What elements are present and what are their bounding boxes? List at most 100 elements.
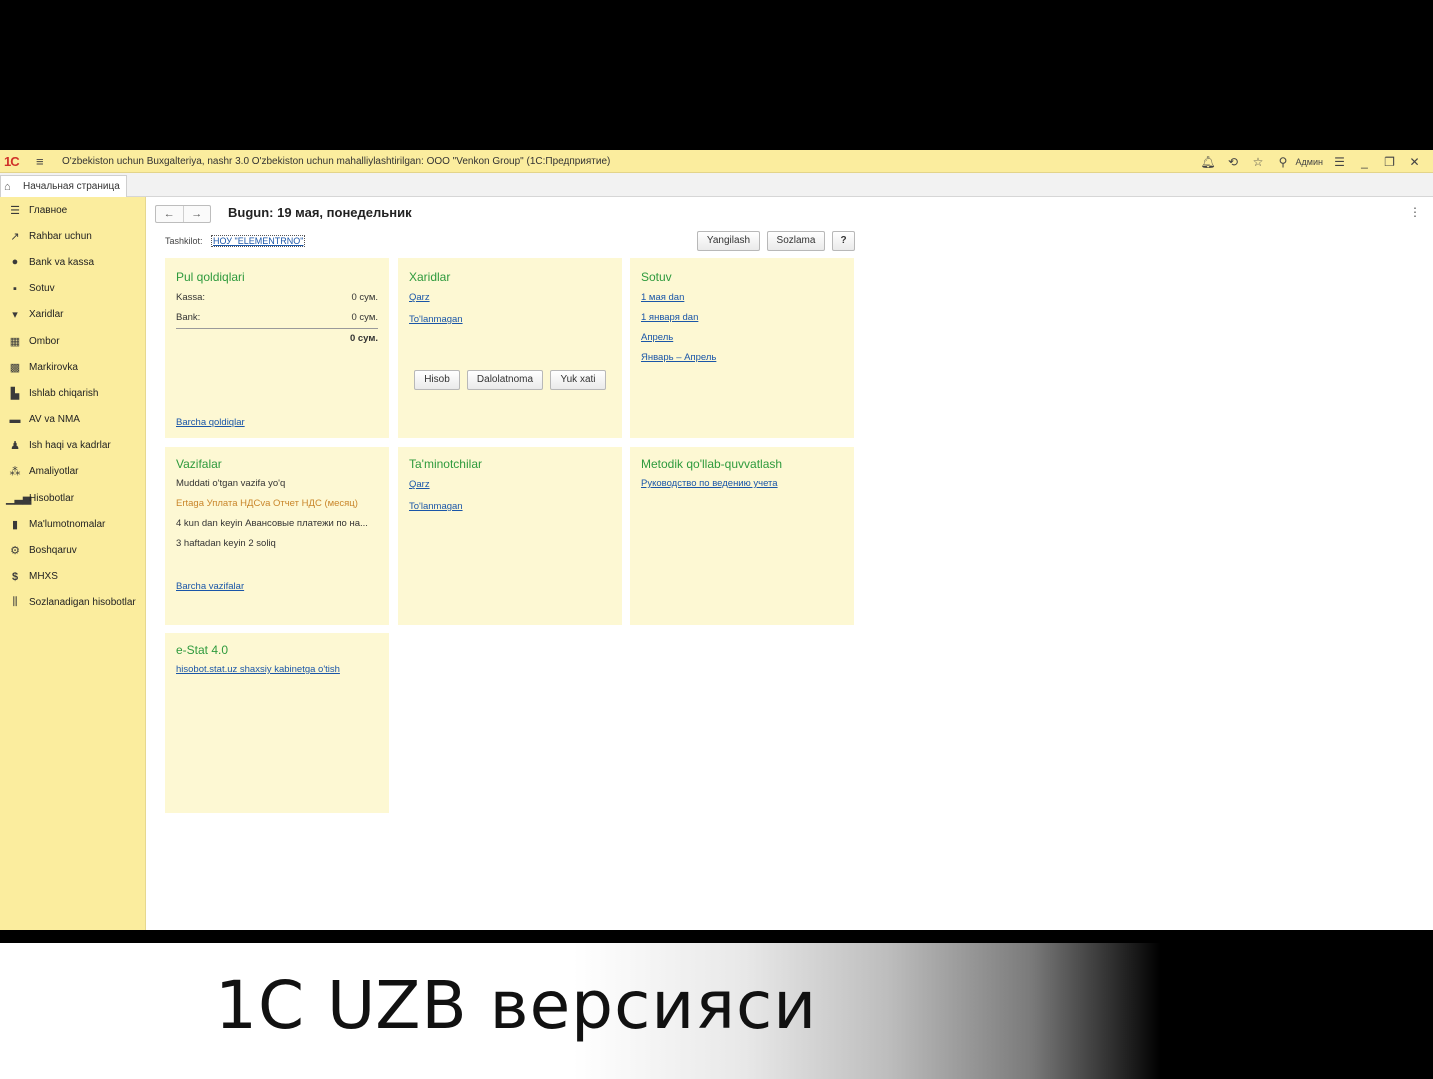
panel-title: Metodik qo'llab-quvvatlash <box>641 457 783 471</box>
user-name[interactable]: Админ <box>1296 157 1323 167</box>
sidebar-item-management[interactable]: ↗ Rahbar uchun <box>0 223 145 249</box>
waybill-button[interactable]: Yuk xati <box>550 370 606 390</box>
suppliers-unpaid-link[interactable]: To'lanmagan <box>409 501 463 512</box>
search-icon[interactable]: ⚲ <box>1271 155 1296 169</box>
sales-period-link[interactable]: Январь – Апрель <box>641 352 716 363</box>
refresh-button[interactable]: Yangilash <box>697 231 760 251</box>
more-vertical-icon[interactable]: ⋮ <box>1409 205 1421 219</box>
sidebar-item-purchases[interactable]: ▾ Xaridlar <box>0 302 145 328</box>
report-config-icon: ⫼ <box>12 596 18 609</box>
settings-lines-icon[interactable]: ☰ <box>1327 155 1352 169</box>
window-title: O'zbekiston uchun Buxgalteriya, nashr 3.… <box>62 155 611 167</box>
suppliers-panel: Ta'minotchilar Qarz To'lanmagan <box>398 447 622 625</box>
task-line[interactable]: 4 kun dan keyin Авансовые платежи по на.… <box>176 518 368 529</box>
divider <box>176 328 378 329</box>
kassa-value: 0 сум. <box>351 292 379 303</box>
accounting-guide-link[interactable]: Руководство по ведению учета <box>641 478 778 489</box>
all-balances-link[interactable]: Barcha qoldiqlar <box>176 417 245 428</box>
banner-caption: 1С UZB версияси <box>215 967 818 1044</box>
minimize-icon[interactable]: _ <box>1352 155 1377 169</box>
sidebar-item-label: Ma'lumotnomalar <box>29 518 106 530</box>
sidebar-item-warehouse[interactable]: ▦ Ombor <box>0 328 145 354</box>
all-tasks-link[interactable]: Barcha vazifalar <box>176 581 244 592</box>
sales-panel: Sotuv 1 мая dan 1 января dan Апрель Янва… <box>630 258 854 438</box>
history-icon[interactable]: ⟲ <box>1221 155 1246 169</box>
sidebar-item-label: Hisobotlar <box>29 492 75 504</box>
factory-icon: ▙ <box>10 387 20 400</box>
sidebar-item-main[interactable]: ☰ Главное <box>0 197 145 223</box>
panel-title: Sotuv <box>641 270 672 284</box>
close-icon[interactable]: ✕ <box>1402 155 1427 169</box>
methodical-support-panel: Metodik qo'llab-quvvatlash Руководство п… <box>630 447 854 625</box>
home-icon: ⌂ <box>4 180 11 193</box>
sales-period-link[interactable]: 1 мая dan <box>641 292 684 303</box>
books-icon: ▮ <box>11 518 19 531</box>
sales-period-link[interactable]: Апрель <box>641 332 673 343</box>
suppliers-debt-link[interactable]: Qarz <box>409 479 430 490</box>
estat-cabinet-link[interactable]: hisobot.stat.uz shaxsiy kabinetga o'tish <box>176 664 340 675</box>
act-button[interactable]: Dalolatnoma <box>467 370 543 390</box>
person-icon: ♟ <box>10 440 20 453</box>
main-content: ← → Bugun: 19 мая, понедельник ⋮ Tashkil… <box>146 197 1433 930</box>
sidebar-item-label: Amaliyotlar <box>29 466 79 478</box>
forward-arrow-icon[interactable]: → <box>182 206 211 222</box>
task-line[interactable]: 3 haftadan keyin 2 soliq <box>176 538 276 549</box>
logo-1c: 1С <box>4 153 20 169</box>
sidebar-item-label: Главное <box>29 204 68 216</box>
title-bar-tools: 🔔︎ ⟲ ☆ ⚲ Админ ☰ _ ❐ ✕ <box>1196 150 1427 173</box>
sidebar-item-payroll[interactable]: ♟ Ish haqi va kadrlar <box>0 433 145 459</box>
sidebar-item-assets[interactable]: ▬ AV va NMA <box>0 407 145 433</box>
kassa-label: Kassa: <box>176 292 206 303</box>
dollar-icon: $ <box>11 570 19 583</box>
total-value: 0 сум. <box>349 333 378 344</box>
qr-icon: ▩ <box>9 361 21 374</box>
sidebar-item-administration[interactable]: ⚙ Boshqaruv <box>0 537 145 563</box>
invoice-button[interactable]: Hisob <box>414 370 460 390</box>
bag-icon: ▪ <box>13 282 17 295</box>
sidebar-item-marking[interactable]: ▩ Markirovka <box>0 354 145 380</box>
tab-home[interactable]: ⌂ Начальная страница <box>0 175 127 197</box>
star-icon[interactable]: ☆ <box>1246 155 1271 169</box>
purchases-unpaid-link[interactable]: To'lanmagan <box>409 314 463 325</box>
hamburger-menu-icon[interactable]: ≡ <box>36 154 50 169</box>
panel-title: Pul qoldiqlari <box>176 270 245 284</box>
page-title: Bugun: 19 мая, понедельник <box>228 205 412 220</box>
organization-link[interactable]: НОУ "ELEMENTRNO" <box>211 235 306 247</box>
title-bar: 1С ≡ O'zbekiston uchun Buxgalteriya, nas… <box>0 150 1433 173</box>
task-line-tomorrow[interactable]: Ertaga Уплата НДСva Отчет НДС (месяц) <box>176 498 358 509</box>
estat-panel: e-Stat 4.0 hisobot.stat.uz shaxsiy kabin… <box>165 633 389 813</box>
sidebar-item-operations[interactable]: ⁂ Amaliyotlar <box>0 459 145 485</box>
sidebar-item-custom-reports[interactable]: ⫼ Sozlanadigan hisobotlar <box>0 590 145 616</box>
help-button[interactable]: ? <box>832 231 855 251</box>
sidebar-item-reports[interactable]: ▁▃▅ Hisobotlar <box>0 485 145 511</box>
trend-icon: ↗ <box>10 230 20 243</box>
purchases-panel: Xaridlar Qarz To'lanmagan Hisob Dalolatn… <box>398 258 622 438</box>
restore-icon[interactable]: ❐ <box>1377 155 1402 169</box>
settings-button[interactable]: Sozlama <box>767 231 825 251</box>
panel-title: Xaridlar <box>409 270 451 284</box>
sidebar-item-label: Rahbar uchun <box>29 230 92 242</box>
sidebar-item-bank[interactable]: ● Bank va kassa <box>0 249 145 275</box>
sidebar: ☰ Главное ↗ Rahbar uchun ● Bank va kassa ▪ S… <box>0 197 146 930</box>
sidebar-item-label: Ish haqi va kadrlar <box>29 440 111 452</box>
sales-period-link[interactable]: 1 января dan <box>641 312 698 323</box>
panel-title: Vazifalar <box>176 457 222 471</box>
sidebar-item-directories[interactable]: ▮ Ma'lumotnomalar <box>0 511 145 537</box>
sidebar-item-label: Boshqaruv <box>29 545 77 557</box>
gear-icon: ⚙ <box>10 545 20 558</box>
sidebar-item-ifrs[interactable]: $ MHXS <box>0 564 145 590</box>
tab-bar: ⌂ Начальная страница <box>0 173 1433 197</box>
caption-banner: 1С UZB версияси <box>0 943 1433 1079</box>
app-window: 1С ≡ O'zbekiston uchun Buxgalteriya, nas… <box>0 150 1433 930</box>
back-arrow-icon[interactable]: ← <box>156 206 183 222</box>
organization-label: Tashkilot: <box>165 236 203 246</box>
purchases-debt-link[interactable]: Qarz <box>409 292 430 303</box>
sidebar-item-label: Xaridlar <box>29 309 64 321</box>
bell-icon[interactable]: 🔔︎ <box>1196 155 1221 169</box>
sidebar-item-label: Markirovka <box>29 361 78 373</box>
sidebar-item-label: Sotuv <box>29 283 55 295</box>
sidebar-item-production[interactable]: ▙ Ishlab chiqarish <box>0 380 145 406</box>
bar-chart-icon: ▁▃▅ <box>6 492 32 505</box>
sidebar-item-sales[interactable]: ▪ Sotuv <box>0 276 145 302</box>
grid-icon: ▦ <box>9 335 21 348</box>
